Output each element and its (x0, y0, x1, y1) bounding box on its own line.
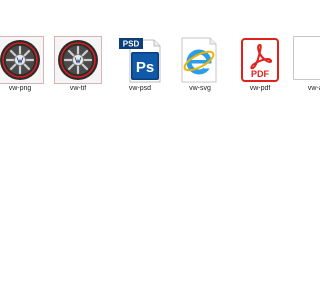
file-icon-grid: vw-png vw-tif Ps PSD vw-psd vw-svg PDF v… (0, 36, 320, 100)
internet-explorer-icon (176, 36, 224, 84)
file-name-label: vw-ai (307, 85, 320, 92)
psd-badge: PSD (123, 40, 140, 49)
photoshop-psd-icon: Ps PSD (116, 36, 164, 84)
file-item-vw-svg[interactable]: vw-svg (170, 36, 230, 100)
vw-wheel-thumbnail-icon (54, 36, 102, 84)
file-item-vw-tif[interactable]: vw-tif (48, 36, 108, 100)
ps-glyph: Ps (136, 59, 154, 76)
pdf-document-icon: PDF (236, 36, 284, 84)
file-item-vw-psd[interactable]: Ps PSD vw-psd (110, 36, 170, 100)
blank-document-icon (292, 36, 320, 84)
vw-wheel-thumbnail-icon (0, 36, 44, 84)
pdf-glyph: PDF (251, 69, 270, 79)
file-explorer-view: vw-png vw-tif Ps PSD vw-psd vw-svg PDF v… (0, 0, 320, 300)
file-item-vw-ai[interactable]: vw-ai (286, 36, 320, 100)
